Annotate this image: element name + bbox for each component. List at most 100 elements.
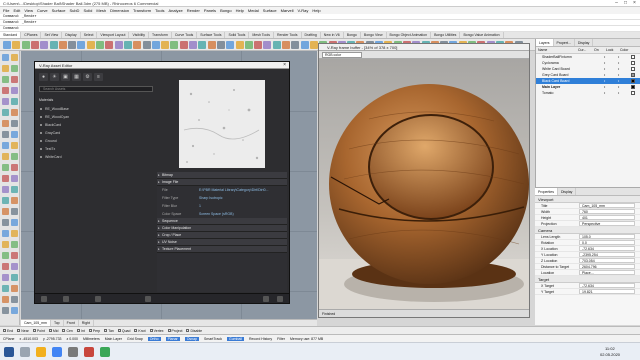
toolbar-tab[interactable]: Bongo — [344, 32, 361, 38]
toolbar-button-icon[interactable] — [105, 41, 114, 49]
toolbar-button-icon[interactable] — [30, 41, 39, 49]
tool-icon[interactable] — [11, 219, 18, 226]
tool-icon[interactable] — [2, 296, 9, 303]
osnap-checkbox[interactable]: Tan — [104, 329, 114, 333]
collapsible-section-header[interactable]: Crop / Place — [157, 232, 287, 239]
toolbar-button-icon[interactable] — [244, 41, 253, 49]
collapsible-section-header[interactable]: UV Noise — [157, 239, 287, 246]
maximize-icon[interactable]: □ — [621, 0, 630, 7]
material-item[interactable]: WhiteCard — [39, 153, 149, 161]
menu-item[interactable]: Panels — [204, 8, 216, 13]
tool-icon[interactable] — [11, 164, 18, 171]
material-item[interactable]: BlackCard — [39, 121, 149, 129]
asset-search-input[interactable]: Search Assets — [39, 86, 153, 92]
tool-icon[interactable] — [2, 263, 9, 270]
toolbar-tab[interactable]: Viewport Layout — [97, 32, 130, 38]
tool-icon[interactable] — [2, 208, 9, 215]
osnap-checkbox[interactable]: Project — [167, 329, 182, 333]
toolbar-button-icon[interactable] — [40, 41, 49, 49]
checkbox-icon[interactable] — [62, 329, 66, 332]
toolbar-tab[interactable]: Select — [81, 32, 98, 38]
toolbar-button-icon[interactable] — [291, 41, 300, 49]
color-space-dropdown[interactable]: Screen Space (sRGB) — [199, 210, 234, 218]
tool-icon[interactable] — [2, 197, 9, 204]
tool-icon[interactable] — [2, 76, 9, 83]
toolbar-button-icon[interactable] — [21, 41, 30, 49]
toolbar-button-icon[interactable] — [142, 41, 151, 49]
tool-icon[interactable] — [2, 241, 9, 248]
toolbar-tab[interactable]: Mesh Tools — [249, 32, 274, 38]
checkbox-icon[interactable] — [48, 329, 52, 332]
app-icon[interactable] — [100, 347, 110, 357]
property-value-field[interactable]: Cam_105_mm — [579, 203, 635, 208]
tool-icon[interactable] — [11, 175, 18, 182]
toolbar-tab[interactable]: Bongo View — [361, 32, 387, 38]
status-item[interactable]: Filter — [277, 337, 285, 341]
status-item[interactable]: z 0.000 — [66, 337, 77, 341]
textures-icon[interactable]: ▦ — [72, 73, 81, 81]
render-icon[interactable] — [263, 296, 269, 302]
tool-icon[interactable] — [11, 65, 18, 72]
tool-icon[interactable] — [2, 87, 9, 94]
property-value-field[interactable]: 703.054 — [579, 258, 635, 263]
toolbar-button-icon[interactable] — [198, 41, 207, 49]
toolbar-button-icon[interactable] — [254, 41, 263, 49]
materials-icon[interactable]: ● — [39, 73, 48, 81]
collapsible-section-header[interactable]: Sequence — [157, 218, 287, 225]
osnap-checkbox[interactable]: Quad — [117, 329, 130, 333]
status-item[interactable]: Millimeters — [83, 337, 100, 341]
property-value-field[interactable]: -72.634 — [579, 246, 635, 251]
status-item[interactable]: Osnap — [184, 336, 199, 341]
menu-item[interactable]: Bongo — [220, 8, 232, 13]
property-value-field[interactable]: 401 — [579, 215, 635, 220]
menu-item[interactable]: V-Ray — [297, 8, 308, 13]
layer-color-swatch[interactable] — [631, 91, 635, 95]
menu-item[interactable]: Surface — [52, 8, 66, 13]
menu-item[interactable]: Solid — [83, 8, 92, 13]
menu-item[interactable]: Render — [187, 8, 200, 13]
collapsible-section-header[interactable]: Texture Placement — [157, 246, 287, 253]
tool-icon[interactable] — [11, 274, 18, 281]
menu-item[interactable]: View — [24, 8, 33, 13]
tool-icon[interactable] — [11, 197, 18, 204]
bitmap-section-header[interactable]: Bitmap — [157, 172, 287, 179]
status-item[interactable]: Main Layer — [105, 337, 122, 341]
toolbar-button-icon[interactable] — [263, 41, 272, 49]
toolbar-tab[interactable]: Transform — [149, 32, 172, 38]
material-item[interactable]: RE_WoodBase — [39, 105, 149, 113]
start-icon[interactable] — [4, 347, 14, 357]
layers-tab[interactable]: Display — [575, 39, 594, 46]
toolbar-tab[interactable]: Display — [62, 32, 81, 38]
toolbar-button-icon[interactable] — [58, 41, 67, 49]
property-value-field[interactable]: -2395.254 — [579, 252, 635, 257]
properties-tab[interactable]: Properties — [535, 188, 558, 195]
toolbar-button-icon[interactable] — [216, 41, 225, 49]
tool-icon[interactable] — [11, 263, 18, 270]
close-icon[interactable]: × — [630, 0, 639, 7]
osnap-checkbox[interactable]: Perp — [88, 329, 100, 333]
filter-blur-field[interactable]: 1 — [199, 202, 201, 210]
status-item[interactable]: y -2795.733 — [43, 337, 62, 341]
lightbulb-icon[interactable]: • — [604, 90, 605, 96]
checkbox-icon[interactable] — [186, 329, 190, 332]
toolbar-button-icon[interactable] — [133, 41, 142, 49]
toolbar-button-icon[interactable] — [77, 41, 86, 49]
checkbox-icon[interactable] — [104, 329, 108, 332]
minimize-icon[interactable]: – — [612, 0, 621, 7]
toolbar-button-icon[interactable] — [189, 41, 197, 49]
material-item[interactable]: RE_WoodCyan — [39, 113, 149, 121]
layer-color-swatch[interactable] — [631, 85, 635, 89]
osnap-checkbox[interactable]: Mid — [48, 329, 58, 333]
geometry-icon[interactable]: ▣ — [61, 73, 70, 81]
open-file-icon[interactable] — [63, 296, 69, 302]
close-icon[interactable]: × — [283, 62, 286, 69]
property-value-field[interactable]: 105.0 — [579, 234, 635, 239]
toolbar-button-icon[interactable] — [300, 41, 309, 49]
osnap-checkbox[interactable]: Cen — [62, 329, 73, 333]
toolbar-tab[interactable]: Drafting — [302, 32, 321, 38]
tool-icon[interactable] — [11, 230, 18, 237]
osnap-checkbox[interactable]: Near — [17, 329, 29, 333]
status-item[interactable]: Gumball — [226, 336, 245, 341]
menu-item[interactable]: Edit — [13, 8, 20, 13]
tool-icon[interactable] — [2, 142, 9, 149]
